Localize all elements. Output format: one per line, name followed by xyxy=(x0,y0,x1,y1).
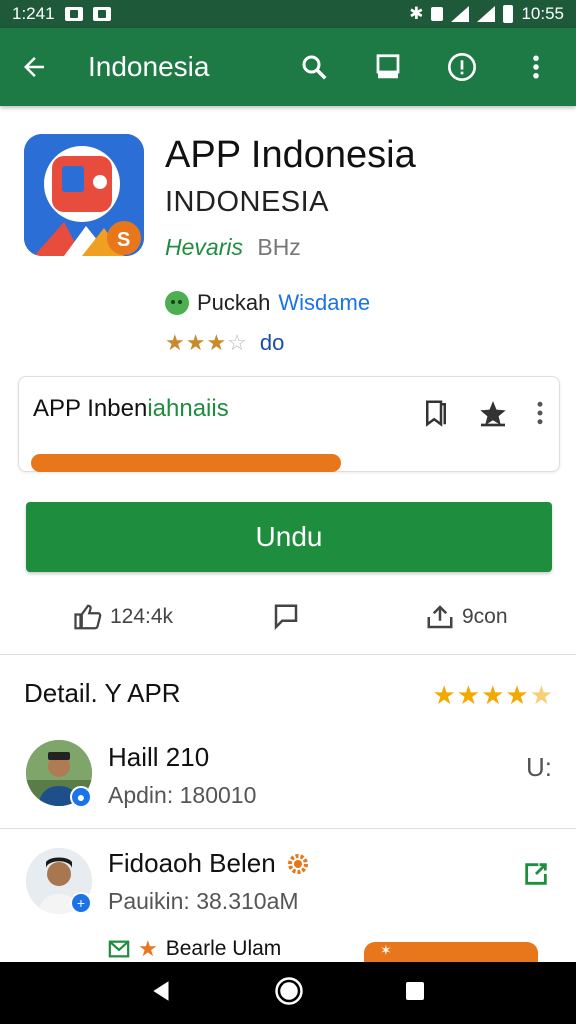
review-meta: Pauikin: 38.310aM xyxy=(108,888,299,914)
share-label: 9con xyxy=(462,605,508,628)
gear-badge-icon xyxy=(287,853,308,874)
nav-home-icon[interactable] xyxy=(274,976,304,1011)
developer-name[interactable]: Hevaris xyxy=(165,234,243,260)
action-pill[interactable]: ✶ xyxy=(364,942,538,964)
developer-line: Hevaris BHz xyxy=(165,234,301,261)
signal-icon xyxy=(477,6,496,22)
vibrate-icon xyxy=(431,7,444,21)
like-action[interactable]: 124:4k xyxy=(72,602,173,632)
bookmark-outline-icon[interactable] xyxy=(421,397,451,434)
bookmark-icon[interactable] xyxy=(368,47,408,87)
publisher-badge-icon xyxy=(165,291,189,315)
app-bar-title: Indonesia xyxy=(88,51,210,82)
share-icon xyxy=(427,605,453,629)
star-icon: ★ xyxy=(138,936,158,961)
review-author-row: Fidoaoh Belen xyxy=(108,848,310,879)
more-vert-icon[interactable] xyxy=(516,47,556,87)
install-card-label: APP Inbeniahnaiis xyxy=(33,395,229,422)
verified-badge-icon: ● xyxy=(70,786,92,808)
star-icon[interactable] xyxy=(477,397,509,434)
bluetooth-icon: ✱ xyxy=(409,4,424,23)
app-bar: Indonesia xyxy=(0,28,576,106)
verified-badge-icon: + xyxy=(70,892,92,914)
review-menu[interactable]: U: xyxy=(526,752,552,783)
install-progress-bar xyxy=(31,454,341,472)
review-author: Fidoaoh Belen xyxy=(108,848,276,878)
review-item[interactable]: + Fidoaoh Belen Pauikin: 38.310aM xyxy=(0,840,576,940)
publisher-link[interactable]: Wisdame xyxy=(278,290,370,316)
details-rating-stars-icon: ★★★★★ xyxy=(432,680,554,710)
open-external-icon[interactable] xyxy=(520,860,552,895)
details-title: Detail. Y APR xyxy=(24,678,181,708)
navigation-bar xyxy=(0,962,576,1024)
like-count: 124:4k xyxy=(110,605,174,628)
notification-icon-2 xyxy=(92,7,111,21)
publisher-line: Puckah Wisdame xyxy=(165,290,370,316)
rating-stars-icon: ★★★☆ xyxy=(165,330,248,355)
status-time-right: 10:55 xyxy=(521,4,564,23)
divider xyxy=(0,828,576,829)
more-vert-icon[interactable] xyxy=(535,398,545,433)
review-item[interactable]: ● Haill 210 Apdin: 180010 U: xyxy=(0,734,576,834)
app-logo-icon: S xyxy=(24,134,144,256)
nav-back-icon[interactable] xyxy=(149,978,175,1009)
install-progress-card: APP Inbeniahnaiis xyxy=(18,376,560,472)
app-name: APP Indonesia xyxy=(165,134,416,176)
divider xyxy=(0,654,576,655)
svg-text:S: S xyxy=(117,229,130,251)
share-action[interactable]: 9con xyxy=(424,602,508,632)
review-meta: Apdin: 180010 xyxy=(108,782,257,808)
app-rating: ★★★☆ do xyxy=(165,330,284,356)
flag-icon xyxy=(274,604,298,631)
mail-icon xyxy=(108,940,130,958)
action-row: 124:4k 9con xyxy=(0,594,576,640)
partial-row: ★ Bearle Ulam xyxy=(108,936,281,962)
notification-icon xyxy=(64,7,83,21)
battery-icon xyxy=(503,5,514,23)
rating-text: do xyxy=(259,330,285,355)
thumbs-up-icon xyxy=(74,604,102,630)
flag-action[interactable] xyxy=(270,602,302,632)
wifi-icon xyxy=(451,6,470,22)
info-icon[interactable] xyxy=(442,47,482,87)
nav-recents-icon[interactable] xyxy=(403,979,427,1008)
publisher-prefix: Puckah xyxy=(197,290,271,315)
partial-row-text: Bearle Ulam xyxy=(165,937,282,960)
app-subtitle: INDONESIA xyxy=(165,186,330,218)
status-bar: 1:241 ✱ 10:55 xyxy=(0,0,576,28)
install-button[interactable]: Undu xyxy=(26,502,552,572)
developer-extra: BHz xyxy=(257,234,301,260)
app-header: S APP Indonesia INDONESIA Hevaris BHz Pu… xyxy=(0,112,576,362)
status-time-left: 1:241 xyxy=(12,4,55,23)
back-arrow-icon[interactable] xyxy=(14,47,54,87)
review-author: Haill 210 xyxy=(108,742,210,772)
search-icon[interactable] xyxy=(294,47,334,87)
